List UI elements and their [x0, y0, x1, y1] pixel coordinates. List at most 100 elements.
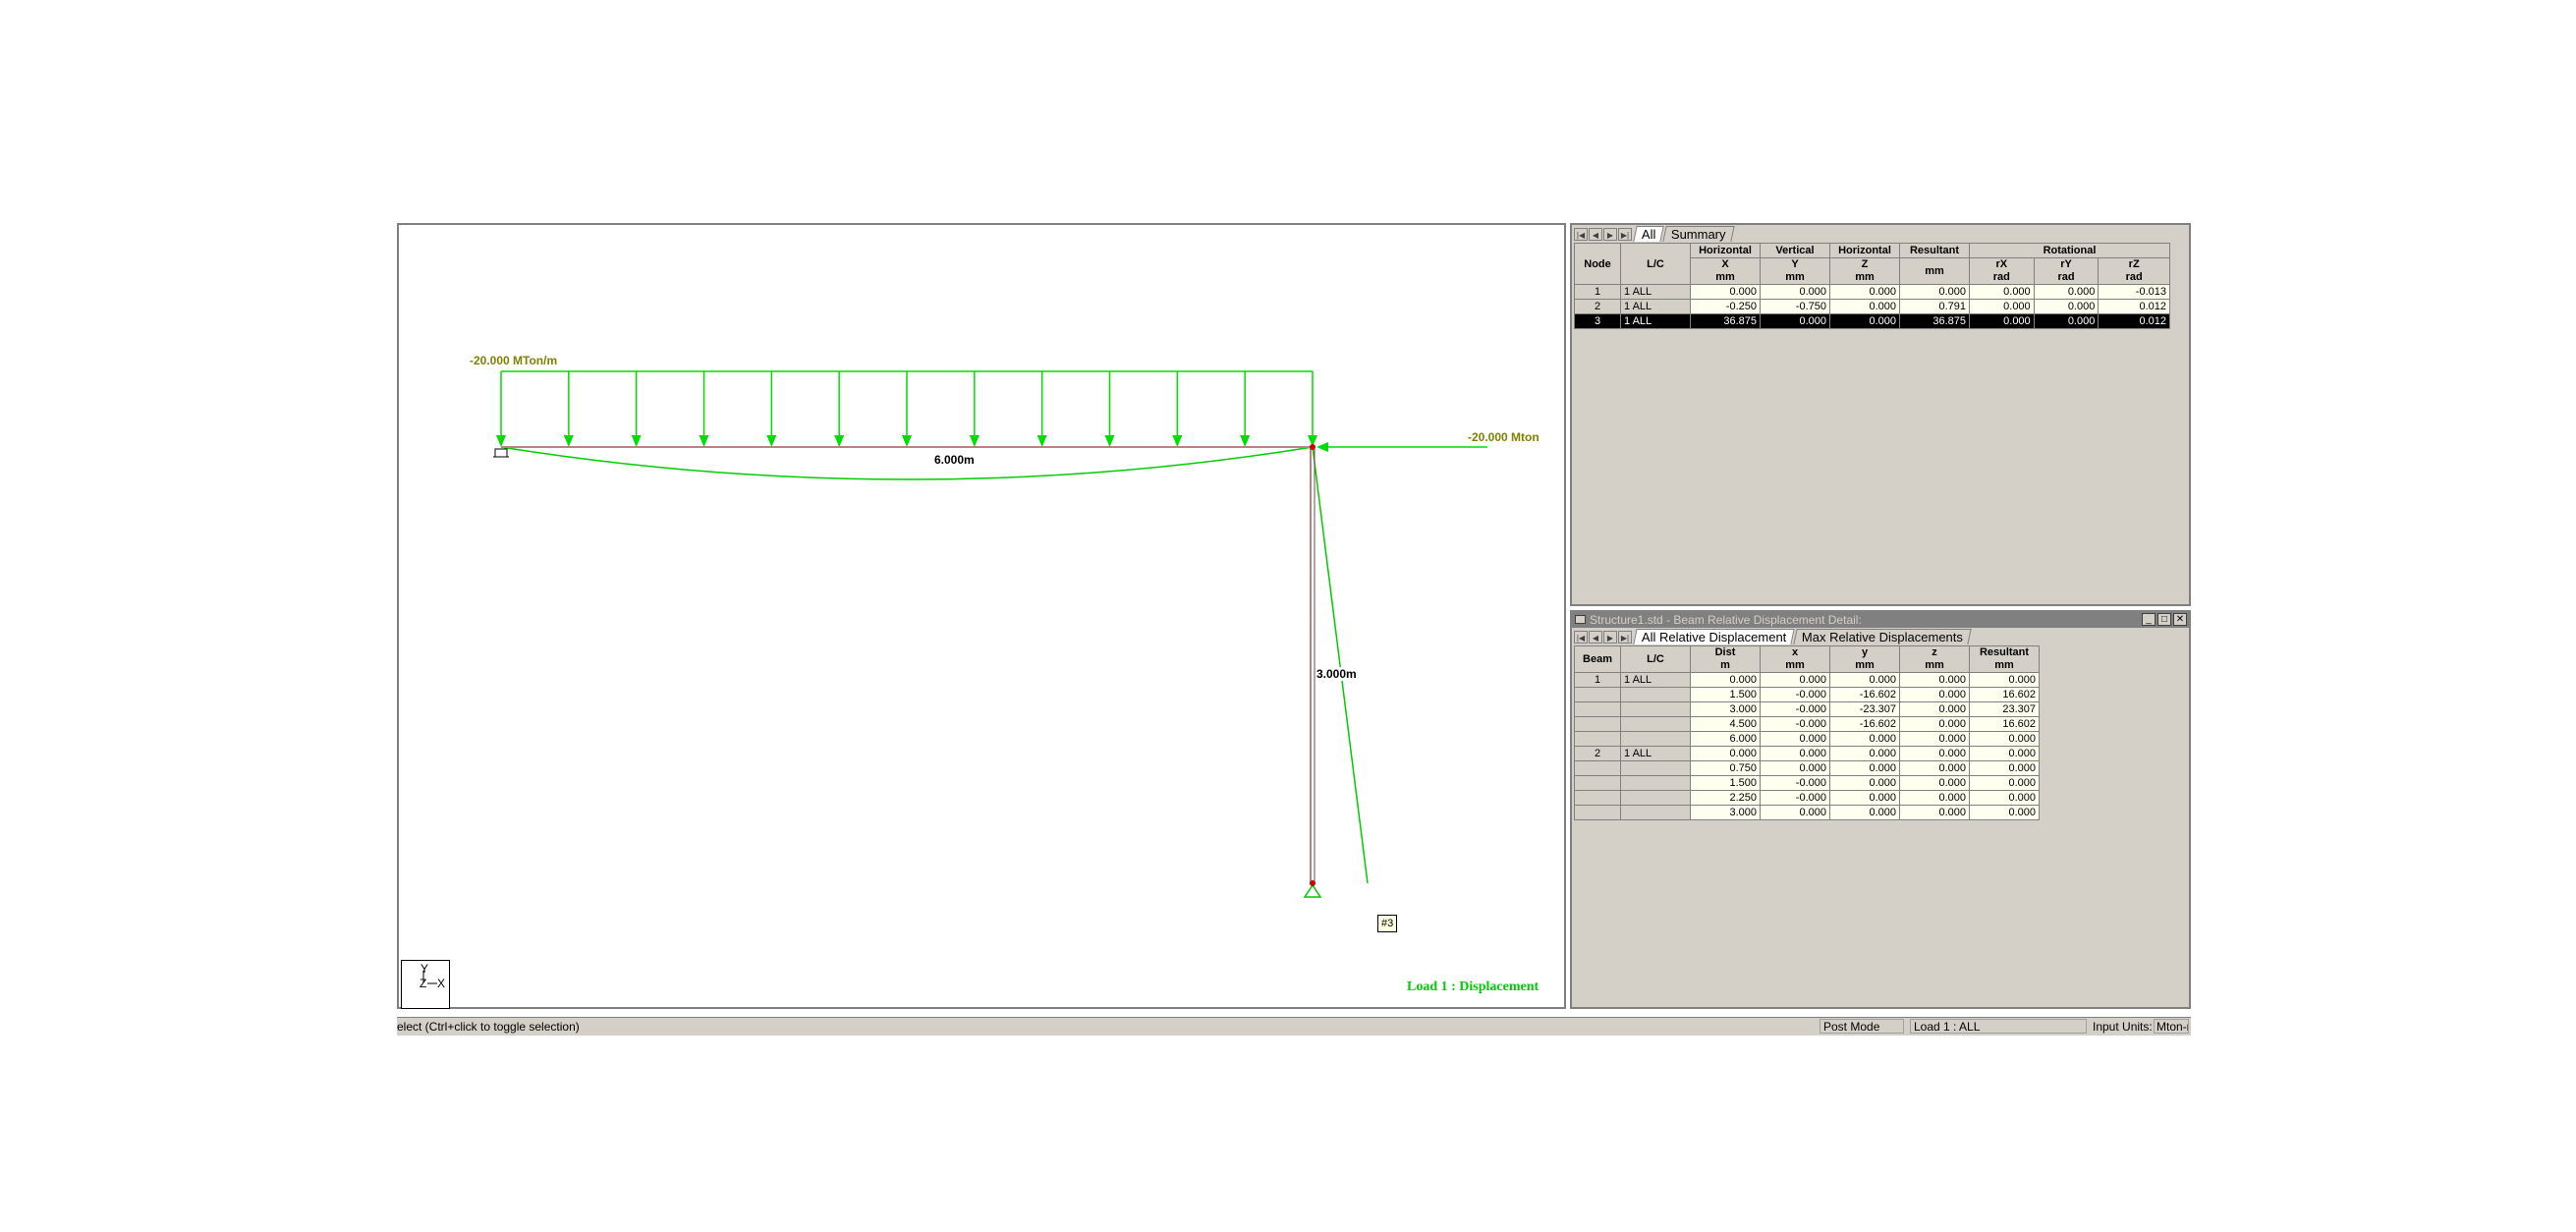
table-row[interactable]: 2.250 -0.000 0.000 0.000 0.000	[1574, 790, 2040, 806]
beam-id-cell[interactable]	[1574, 687, 1621, 702]
value-cell[interactable]: -0.000	[1760, 701, 1830, 717]
value-cell[interactable]: 3.000	[1690, 701, 1761, 717]
beam-header[interactable]: y mm	[1829, 645, 1900, 673]
beam-nav-next-icon[interactable]: ▶	[1603, 630, 1617, 644]
value-cell[interactable]: 0.000	[1899, 805, 1970, 820]
value-cell[interactable]: 16.602	[1969, 716, 2040, 732]
value-cell[interactable]: 0.000	[1969, 731, 2040, 747]
nav-first-icon[interactable]: |◀	[1574, 227, 1588, 241]
value-cell[interactable]: 0.000	[1969, 805, 2040, 820]
value-cell[interactable]: 1.500	[1690, 775, 1761, 791]
value-cell[interactable]: 2.250	[1690, 790, 1761, 806]
value-cell[interactable]: 0.012	[2098, 299, 2170, 314]
value-cell[interactable]: 0.791	[1899, 299, 1970, 314]
value-cell[interactable]: 0.000	[1969, 760, 2040, 776]
value-cell[interactable]: 0.000	[1829, 775, 1900, 791]
value-cell[interactable]: 0.000	[1969, 790, 2040, 806]
value-cell[interactable]: 0.000	[1829, 284, 1900, 300]
status-units-value[interactable]: Mton-m	[2156, 1020, 2188, 1033]
col-vertical[interactable]: Vertical	[1760, 243, 1830, 258]
value-cell[interactable]: 0.000	[1969, 299, 2035, 314]
node-subheader[interactable]: Y mm	[1760, 257, 1830, 285]
value-cell[interactable]: 0.000	[1899, 687, 1970, 702]
col-rotational[interactable]: Rotational	[1969, 243, 2170, 258]
load-case-cell[interactable]: 1 ALL	[1620, 672, 1691, 688]
beam-id-cell[interactable]	[1574, 701, 1621, 717]
beam-nav-prev-icon[interactable]: ◀	[1589, 630, 1602, 644]
node-subheader[interactable]: rY rad	[2033, 257, 2100, 285]
beam-id-cell[interactable]: 2	[1574, 746, 1621, 761]
beam-header[interactable]: Beam	[1574, 645, 1621, 673]
value-cell[interactable]: -0.000	[1760, 775, 1830, 791]
table-row[interactable]: 1.500 -0.000 0.000 0.000 0.000	[1574, 775, 2040, 791]
load-case-cell[interactable]	[1620, 775, 1691, 791]
load-case-cell[interactable]	[1620, 805, 1691, 820]
value-cell[interactable]: 0.000	[2033, 299, 2100, 314]
beam-panel-titlebar[interactable]: Structure1.std - Beam Relative Displacem…	[1572, 612, 2189, 628]
col-horizontal-z[interactable]: Horizontal	[1829, 243, 1900, 258]
value-cell[interactable]: 0.000	[1829, 790, 1900, 806]
table-row[interactable]: 31 ALL 36.875 0.000 0.000 36.875 0.000 0.000 0.…	[1574, 313, 2170, 329]
node-id-cell[interactable]: 3	[1574, 313, 1621, 329]
value-cell[interactable]: 0.000	[1969, 284, 2035, 300]
beam-displacement-table[interactable]: Beam L/C Dist mx mm y mm z mm Resultant mm 11…	[1574, 645, 2040, 820]
value-cell[interactable]: 6.000	[1690, 731, 1761, 747]
load-case-cell[interactable]	[1620, 701, 1691, 717]
value-cell[interactable]: 0.000	[1760, 760, 1830, 776]
table-row[interactable]: 21 ALL 0.000 0.000 0.000 0.000 0.000	[1574, 746, 2040, 761]
graphics-viewport[interactable]: -20.000 MTon/m -20.000 Mton 6.000m 3.000…	[397, 223, 1566, 1009]
node-displacement-table[interactable]: Node L/C Horizontal Vertical Horizontal …	[1574, 243, 2170, 329]
value-cell[interactable]: -0.750	[1760, 299, 1830, 314]
table-row[interactable]: 21 ALL -0.250 -0.750 0.000 0.791 0.000 0.000 0.…	[1574, 299, 2170, 314]
node-subheader[interactable]: mm	[1899, 257, 1970, 285]
value-cell[interactable]: 0.000	[1899, 731, 1970, 747]
value-cell[interactable]: 0.000	[1690, 746, 1761, 761]
col-lc[interactable]: L/C	[1620, 243, 1691, 285]
value-cell[interactable]: 0.000	[1760, 731, 1830, 747]
value-cell[interactable]: -23.307	[1829, 701, 1900, 717]
value-cell[interactable]: 16.602	[1969, 687, 2040, 702]
value-cell[interactable]: 0.012	[2098, 313, 2170, 329]
node-subheader[interactable]: rX rad	[1969, 257, 2035, 285]
beam-nav-last-icon[interactable]: ▶|	[1618, 630, 1632, 644]
value-cell[interactable]: 0.000	[1760, 805, 1830, 820]
value-cell[interactable]: 0.750	[1690, 760, 1761, 776]
beam-header[interactable]: x mm	[1760, 645, 1830, 673]
value-cell[interactable]: 3.000	[1690, 805, 1761, 820]
value-cell[interactable]: 4.500	[1690, 716, 1761, 732]
beam-header[interactable]: z mm	[1899, 645, 1970, 673]
node-id-cell[interactable]: 1	[1574, 284, 1621, 300]
table-row[interactable]: 4.500 -0.000 -16.602 0.000 16.602	[1574, 716, 2040, 732]
beam-id-cell[interactable]	[1574, 731, 1621, 747]
value-cell[interactable]: 0.000	[1899, 284, 1970, 300]
node-id-cell[interactable]: 2	[1574, 299, 1621, 314]
load-case-cell[interactable]: 1 ALL	[1620, 746, 1691, 761]
table-row[interactable]: 3.000 -0.000 -23.307 0.000 23.307	[1574, 701, 2040, 717]
beam-header[interactable]: Dist m	[1690, 645, 1761, 673]
value-cell[interactable]: 0.000	[1829, 313, 1900, 329]
value-cell[interactable]: -0.000	[1760, 687, 1830, 702]
beam-id-cell[interactable]: 1	[1574, 672, 1621, 688]
nav-next-icon[interactable]: ▶	[1603, 227, 1617, 241]
beam-id-cell[interactable]	[1574, 716, 1621, 732]
value-cell[interactable]: 0.000	[1829, 805, 1900, 820]
value-cell[interactable]: 0.000	[1899, 775, 1970, 791]
value-cell[interactable]: 0.000	[2033, 284, 2100, 300]
load-case-cell[interactable]: 1 ALL	[1620, 284, 1691, 300]
value-cell[interactable]: 0.000	[1899, 746, 1970, 761]
value-cell[interactable]: -0.250	[1690, 299, 1761, 314]
value-cell[interactable]: 0.000	[1690, 284, 1761, 300]
value-cell[interactable]: 0.000	[1760, 672, 1830, 688]
close-icon[interactable]: ✕	[2173, 613, 2187, 626]
value-cell[interactable]: 0.000	[1899, 701, 1970, 717]
tab-max-relative-displacements[interactable]: Max Relative Displacements	[1793, 629, 1973, 644]
table-row[interactable]: 6.000 0.000 0.000 0.000 0.000	[1574, 731, 2040, 747]
value-cell[interactable]: 1.500	[1690, 687, 1761, 702]
tab-summary[interactable]: Summary	[1662, 226, 1735, 242]
table-row[interactable]: 0.750 0.000 0.000 0.000 0.000	[1574, 760, 2040, 776]
table-row[interactable]: 11 ALL 0.000 0.000 0.000 0.000 0.000	[1574, 672, 2040, 688]
col-node[interactable]: Node	[1574, 243, 1621, 285]
table-row[interactable]: 3.000 0.000 0.000 0.000 0.000	[1574, 805, 2040, 820]
load-case-cell[interactable]: 1 ALL	[1620, 299, 1691, 314]
col-horizontal-x[interactable]: Horizontal	[1690, 243, 1761, 258]
